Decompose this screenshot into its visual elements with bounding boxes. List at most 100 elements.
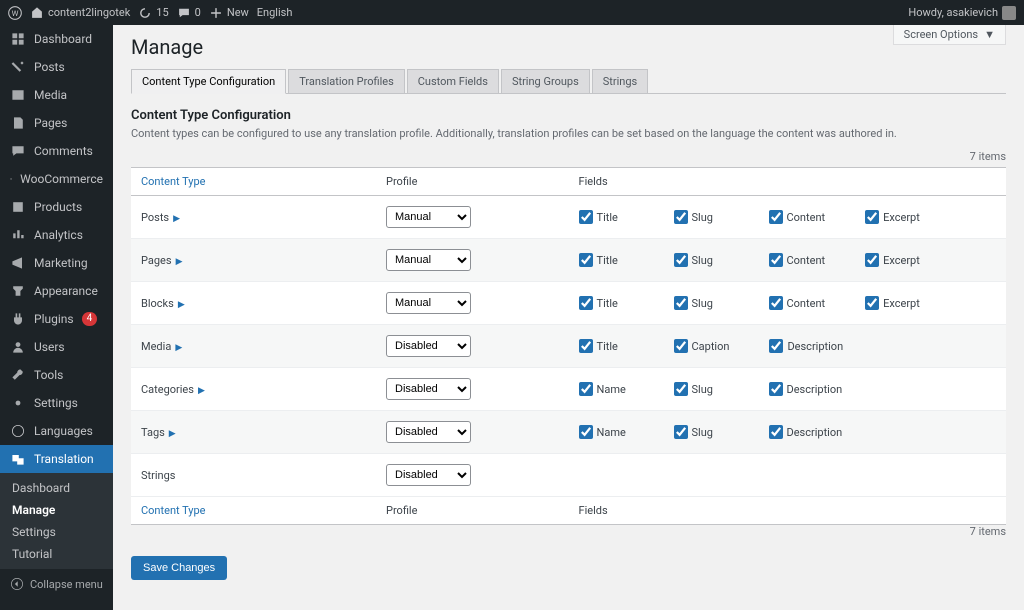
site-link[interactable]: content2lingotek bbox=[30, 6, 130, 20]
page-title: Manage bbox=[131, 35, 1006, 59]
field-description-check[interactable] bbox=[769, 339, 783, 353]
sidebar-item-appearance[interactable]: Appearance bbox=[0, 277, 113, 305]
sidebar-item-posts[interactable]: Posts bbox=[0, 53, 113, 81]
expand-icon[interactable]: ▶ bbox=[198, 386, 205, 396]
dashboard-icon bbox=[10, 31, 26, 47]
new-content[interactable]: New bbox=[209, 6, 249, 20]
profile-select[interactable]: ManualDisabled bbox=[386, 249, 471, 271]
collapse-menu[interactable]: Collapse menu bbox=[0, 569, 113, 599]
expand-icon[interactable]: ▶ bbox=[169, 429, 176, 439]
profile-select[interactable]: ManualDisabled bbox=[386, 206, 471, 228]
sidebar-item-languages[interactable]: Languages bbox=[0, 417, 113, 445]
col-content-type-foot[interactable]: Content Type bbox=[141, 504, 206, 517]
sidebar-item-tools[interactable]: Tools bbox=[0, 361, 113, 389]
field-checkbox[interactable]: Slug bbox=[674, 210, 729, 224]
tab-string-groups[interactable]: String Groups bbox=[501, 69, 590, 94]
save-changes-button[interactable]: Save Changes bbox=[131, 556, 227, 580]
profile-select[interactable]: ManualDisabled bbox=[386, 335, 471, 357]
field-name-check[interactable] bbox=[579, 382, 593, 396]
field-checkbox[interactable]: Title bbox=[579, 339, 634, 353]
col-content-type[interactable]: Content Type bbox=[141, 175, 206, 188]
sidebar-item-comments[interactable]: Comments bbox=[0, 137, 113, 165]
submenu-tutorial[interactable]: Tutorial bbox=[0, 543, 113, 565]
sidebar-item-plugins[interactable]: Plugins4 bbox=[0, 305, 113, 333]
tab-strings[interactable]: Strings bbox=[592, 69, 648, 94]
updates[interactable]: 15 bbox=[138, 6, 168, 20]
field-title-check[interactable] bbox=[579, 253, 593, 267]
field-checkbox[interactable]: Description bbox=[769, 425, 843, 439]
pages-icon bbox=[10, 115, 26, 131]
field-content-check[interactable] bbox=[769, 296, 783, 310]
field-slug-check[interactable] bbox=[674, 296, 688, 310]
sidebar-item-media[interactable]: Media bbox=[0, 81, 113, 109]
sidebar-item-analytics[interactable]: Analytics bbox=[0, 221, 113, 249]
field-description-check[interactable] bbox=[769, 425, 783, 439]
col-profile: Profile bbox=[376, 168, 569, 196]
my-account[interactable]: Howdy, asakievich bbox=[908, 6, 1016, 20]
field-excerpt-check[interactable] bbox=[865, 253, 879, 267]
field-content-check[interactable] bbox=[769, 210, 783, 224]
sidebar-item-pages[interactable]: Pages bbox=[0, 109, 113, 137]
profile-select[interactable]: ManualDisabled bbox=[386, 378, 471, 400]
tab-translation-profiles[interactable]: Translation Profiles bbox=[288, 69, 405, 94]
field-checkbox[interactable]: Name bbox=[579, 382, 634, 396]
sidebar-item-users[interactable]: Users bbox=[0, 333, 113, 361]
field-checkbox[interactable]: Description bbox=[769, 339, 843, 353]
field-slug-check[interactable] bbox=[674, 382, 688, 396]
content-type-name: Media bbox=[141, 340, 171, 353]
field-slug-check[interactable] bbox=[674, 210, 688, 224]
expand-icon[interactable]: ▶ bbox=[176, 257, 183, 267]
sidebar-item-settings[interactable]: Settings bbox=[0, 389, 113, 417]
comments-count[interactable]: 0 bbox=[177, 6, 201, 20]
submenu-settings[interactable]: Settings bbox=[0, 521, 113, 543]
field-slug-check[interactable] bbox=[674, 425, 688, 439]
field-caption-check[interactable] bbox=[674, 339, 688, 353]
marketing-icon bbox=[10, 255, 26, 271]
field-checkbox[interactable]: Content bbox=[769, 253, 826, 267]
field-checkbox[interactable]: Slug bbox=[674, 296, 729, 310]
field-checkbox[interactable]: Slug bbox=[674, 425, 729, 439]
field-title-check[interactable] bbox=[579, 339, 593, 353]
profile-select[interactable]: ManualDisabled bbox=[386, 292, 471, 314]
profile-select[interactable]: ManualDisabled bbox=[386, 421, 471, 443]
field-checkbox[interactable]: Content bbox=[769, 296, 826, 310]
field-checkbox[interactable]: Title bbox=[579, 296, 634, 310]
expand-icon[interactable]: ▶ bbox=[178, 300, 185, 310]
sidebar-item-woocommerce[interactable]: WooCommerce bbox=[0, 165, 113, 193]
field-description-check[interactable] bbox=[769, 382, 783, 396]
field-checkbox[interactable]: Description bbox=[769, 382, 843, 396]
language-switch[interactable]: English bbox=[257, 6, 293, 19]
field-checkbox[interactable]: Excerpt bbox=[865, 210, 920, 224]
screen-options-toggle[interactable]: Screen Options▼ bbox=[893, 25, 1006, 45]
field-checkbox[interactable]: Name bbox=[579, 425, 634, 439]
profile-select[interactable]: ManualDisabled bbox=[386, 464, 471, 486]
field-title-check[interactable] bbox=[579, 296, 593, 310]
admin-sidebar: DashboardPostsMediaPagesCommentsWooComme… bbox=[0, 25, 113, 610]
submenu-dashboard[interactable]: Dashboard bbox=[0, 477, 113, 499]
woocommerce-icon bbox=[10, 171, 12, 187]
tab-content-type-configuration[interactable]: Content Type Configuration bbox=[131, 69, 286, 94]
field-excerpt-check[interactable] bbox=[865, 296, 879, 310]
submenu-manage[interactable]: Manage bbox=[0, 499, 113, 521]
field-checkbox[interactable]: Content bbox=[769, 210, 826, 224]
field-excerpt-check[interactable] bbox=[865, 210, 879, 224]
sidebar-item-dashboard[interactable]: Dashboard bbox=[0, 25, 113, 53]
wp-logo[interactable]: W bbox=[8, 6, 22, 20]
expand-icon[interactable]: ▶ bbox=[175, 343, 182, 353]
field-checkbox[interactable]: Slug bbox=[674, 253, 729, 267]
field-checkbox[interactable]: Title bbox=[579, 210, 634, 224]
field-checkbox[interactable]: Title bbox=[579, 253, 634, 267]
field-content-check[interactable] bbox=[769, 253, 783, 267]
field-checkbox[interactable]: Excerpt bbox=[865, 296, 920, 310]
sidebar-item-products[interactable]: Products bbox=[0, 193, 113, 221]
field-checkbox[interactable]: Slug bbox=[674, 382, 729, 396]
tab-custom-fields[interactable]: Custom Fields bbox=[407, 69, 499, 94]
sidebar-item-marketing[interactable]: Marketing bbox=[0, 249, 113, 277]
field-checkbox[interactable]: Caption bbox=[674, 339, 730, 353]
expand-icon[interactable]: ▶ bbox=[173, 214, 180, 224]
field-checkbox[interactable]: Excerpt bbox=[865, 253, 920, 267]
field-slug-check[interactable] bbox=[674, 253, 688, 267]
field-title-check[interactable] bbox=[579, 210, 593, 224]
field-name-check[interactable] bbox=[579, 425, 593, 439]
sidebar-item-translation[interactable]: Translation bbox=[0, 445, 113, 473]
